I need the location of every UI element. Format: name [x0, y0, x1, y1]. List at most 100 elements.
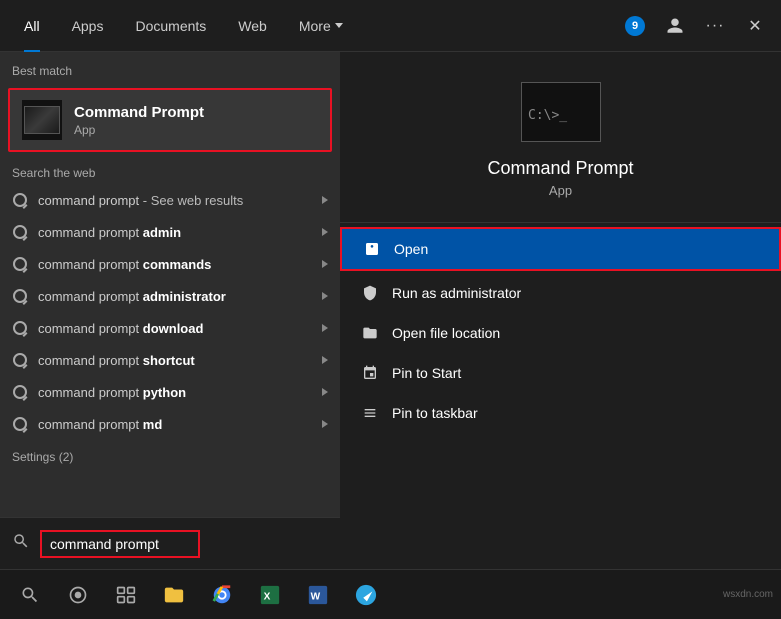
- search-item-text: command prompt python: [38, 385, 322, 400]
- nav-tabs: All Apps Documents Web More 9: [0, 0, 781, 52]
- magnifier-icon: [13, 321, 27, 335]
- magnifier-icon: [13, 417, 27, 431]
- list-item[interactable]: command prompt - See web results: [0, 184, 340, 216]
- search-magnifier-icon: [12, 532, 30, 550]
- search-icon: [12, 320, 28, 336]
- search-input[interactable]: [40, 530, 200, 558]
- magnifier-icon: [13, 193, 27, 207]
- right-app-type: App: [549, 183, 572, 198]
- list-item[interactable]: command prompt commands: [0, 248, 340, 280]
- run-admin-button[interactable]: Run as administrator: [340, 273, 781, 313]
- open-label: Open: [394, 241, 428, 257]
- app-icon-large: C:\>_: [521, 82, 601, 142]
- pin-taskbar-label: Pin to taskbar: [392, 405, 478, 421]
- run-admin-icon: [360, 283, 380, 303]
- search-item-text: command prompt administrator: [38, 289, 322, 304]
- search-icon: [12, 256, 28, 272]
- content-area: Best match Command Prompt App Search the…: [0, 52, 781, 569]
- search-item-text: command prompt commands: [38, 257, 322, 272]
- search-taskbar-icon: [20, 585, 40, 605]
- task-view-icon: [116, 585, 136, 605]
- search-item-text: command prompt - See web results: [38, 193, 322, 208]
- tab-apps[interactable]: Apps: [56, 0, 120, 52]
- notification-badge: 9: [625, 16, 645, 36]
- folder-open-icon: [362, 325, 378, 341]
- chevron-right-icon: [322, 356, 328, 364]
- chevron-right-icon: [322, 228, 328, 236]
- search-icon: [12, 224, 28, 240]
- chevron-right-icon: [322, 388, 328, 396]
- search-item-text: command prompt download: [38, 321, 322, 336]
- app-info: Command Prompt App: [74, 104, 204, 137]
- magnifier-icon: [13, 353, 27, 367]
- file-explorer-icon: [163, 584, 185, 606]
- ellipsis-icon: ···: [706, 17, 725, 35]
- excel-icon: X: [259, 584, 281, 606]
- telegram-icon: [355, 584, 377, 606]
- pin-start-button[interactable]: Pin to Start: [340, 353, 781, 393]
- word-button[interactable]: W: [296, 573, 340, 617]
- task-view-button[interactable]: [104, 573, 148, 617]
- best-match-item[interactable]: Command Prompt App: [8, 88, 332, 152]
- pin-start-icon: [360, 363, 380, 383]
- file-explorer-button[interactable]: [152, 573, 196, 617]
- magnifier-icon: [13, 257, 27, 271]
- taskbar-pin-icon: [362, 405, 378, 421]
- chevron-down-icon: [335, 23, 343, 28]
- app-icon-box: [22, 100, 62, 140]
- cortana-button[interactable]: [56, 573, 100, 617]
- open-location-button[interactable]: Open file location: [340, 313, 781, 353]
- taskbar: X W wsxdn.com: [0, 569, 781, 619]
- search-icon: [12, 192, 28, 208]
- nav-right-icons: 9 ··· ✕: [617, 8, 773, 44]
- person-icon-button[interactable]: [657, 8, 693, 44]
- web-section-label: Search the web: [0, 156, 340, 184]
- search-bar-icon: [12, 532, 30, 555]
- list-item[interactable]: command prompt administrator: [0, 280, 340, 312]
- chrome-button[interactable]: [200, 573, 244, 617]
- folder-icon: [360, 323, 380, 343]
- tab-web[interactable]: Web: [222, 0, 283, 52]
- pin-start-label: Pin to Start: [392, 365, 461, 381]
- action-list: Open Run as administrator: [340, 227, 781, 433]
- right-app-name: Command Prompt: [487, 158, 633, 179]
- search-item-text: command prompt shortcut: [38, 353, 322, 368]
- pin-taskbar-icon: [360, 403, 380, 423]
- svg-text:W: W: [311, 591, 321, 602]
- ellipsis-button[interactable]: ···: [697, 8, 733, 44]
- window-icon: [364, 241, 380, 257]
- cmd-icon-svg: C:\>_: [522, 83, 601, 142]
- open-icon: [362, 239, 382, 259]
- magnifier-icon: [13, 289, 27, 303]
- telegram-button[interactable]: [344, 573, 388, 617]
- list-item[interactable]: command prompt shortcut: [0, 344, 340, 376]
- run-admin-label: Run as administrator: [392, 285, 521, 301]
- tab-more[interactable]: More: [283, 0, 359, 52]
- chrome-icon: [211, 584, 233, 606]
- search-item-text: command prompt admin: [38, 225, 322, 240]
- svg-text:X: X: [264, 591, 271, 602]
- list-item[interactable]: command prompt admin: [0, 216, 340, 248]
- start-menu: All Apps Documents Web More 9: [0, 0, 781, 619]
- tab-all[interactable]: All: [8, 0, 56, 52]
- start-search-button[interactable]: [8, 573, 52, 617]
- excel-button[interactable]: X: [248, 573, 292, 617]
- app-name: Command Prompt: [74, 104, 204, 121]
- list-item[interactable]: command prompt download: [0, 312, 340, 344]
- magnifier-icon: [13, 385, 27, 399]
- settings-label: Settings (2): [0, 440, 340, 470]
- open-location-label: Open file location: [392, 325, 500, 341]
- close-button[interactable]: ✕: [737, 8, 773, 44]
- word-icon: W: [307, 584, 329, 606]
- search-icon: [12, 352, 28, 368]
- search-icon: [12, 416, 28, 432]
- badge-button[interactable]: 9: [617, 8, 653, 44]
- list-item[interactable]: command prompt md: [0, 408, 340, 440]
- chevron-right-icon: [322, 292, 328, 300]
- tab-documents[interactable]: Documents: [119, 0, 222, 52]
- magnifier-icon: [13, 225, 27, 239]
- chevron-right-icon: [322, 420, 328, 428]
- pin-taskbar-button[interactable]: Pin to taskbar: [340, 393, 781, 433]
- open-button[interactable]: Open: [340, 227, 781, 271]
- list-item[interactable]: command prompt python: [0, 376, 340, 408]
